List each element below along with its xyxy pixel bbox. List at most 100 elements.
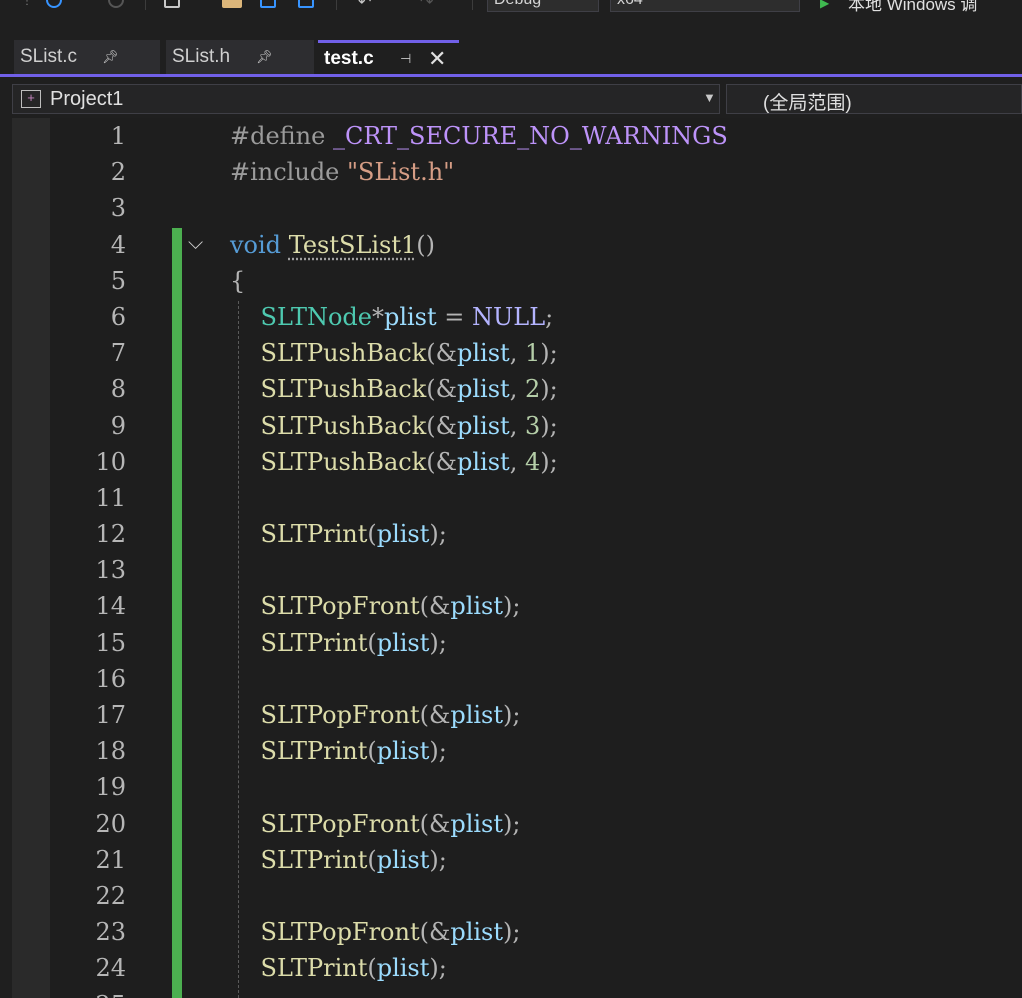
code-line[interactable]: 8 SLTPushBack(&plist, 2); <box>12 371 1022 407</box>
code-line[interactable]: 15 SLTPrint(plist); <box>12 625 1022 661</box>
tab-label: test.c <box>324 48 374 69</box>
line-number: 6 <box>110 302 126 331</box>
code-line[interactable]: 10 SLTPushBack(&plist, 4); <box>12 444 1022 480</box>
tab-slist-h[interactable]: SList.h 📌︎ <box>166 40 314 74</box>
code-text: SLTPopFront(&plist); <box>230 697 521 733</box>
code-token: ( <box>367 845 377 874</box>
line-number: 25 <box>50 987 126 998</box>
code-text: SLTPushBack(&plist, 1); <box>230 335 558 371</box>
pin-icon[interactable]: 📌︎ <box>256 40 273 74</box>
code-line[interactable]: 5{ <box>12 263 1022 299</box>
code-token: ); <box>503 809 521 838</box>
code-line[interactable]: 24 SLTPrint(plist); <box>12 950 1022 986</box>
code-editor[interactable]: ⌵ 1 #define _CRT_SECURE_NO_WARNINGS 2 #incl… <box>12 118 1022 998</box>
code-token: ( <box>367 954 377 983</box>
code-line[interactable]: 19 <box>12 769 1022 805</box>
open-folder-icon[interactable] <box>222 0 242 8</box>
code-line[interactable]: 1 #define _CRT_SECURE_NO_WARNINGS <box>12 118 1022 154</box>
code-token: plist <box>457 447 510 476</box>
code-token: SLTPushBack <box>260 411 427 440</box>
tab-slist-c[interactable]: SList.c 📌︎ <box>14 40 160 74</box>
project-icon: + <box>21 90 41 108</box>
line-number: 4 <box>110 230 126 259</box>
solution-configuration-select[interactable]: Debug <box>487 0 599 12</box>
code-token: plist <box>450 918 504 947</box>
tab-label: SList.c <box>20 46 78 67</box>
code-token: ); <box>540 375 558 404</box>
code-line[interactable]: 9 SLTPushBack(&plist, 3); <box>12 408 1022 444</box>
pin-icon[interactable]: ⊣ <box>400 43 411 74</box>
code-line[interactable]: 21 SLTPrint(plist); <box>12 842 1022 878</box>
code-text: SLTPushBack(&plist, 2); <box>230 371 558 407</box>
code-token: SLTPrint <box>260 954 368 983</box>
code-token: , <box>509 447 525 476</box>
code-line[interactable]: 13 <box>12 552 1022 588</box>
code-text: SLTPrint(plist); <box>230 842 447 878</box>
code-token: SLTPushBack <box>260 375 427 404</box>
forward-navigation-icon[interactable] <box>108 0 124 8</box>
code-line[interactable]: 3 <box>12 190 1022 226</box>
new-item-icon[interactable] <box>164 0 180 8</box>
code-line[interactable]: 2 #include "SList.h" <box>12 154 1022 190</box>
code-line[interactable]: 18 SLTPrint(plist); <box>12 733 1022 769</box>
close-icon[interactable]: ✕ <box>428 43 446 74</box>
save-icon[interactable] <box>260 0 276 8</box>
code-line[interactable]: 23 SLTPopFront(&plist); <box>12 914 1022 950</box>
code-token: SLTPrint <box>260 520 368 549</box>
undo-icon[interactable]: ↶ <box>358 0 371 12</box>
line-number: 9 <box>110 411 126 440</box>
run-debugger-button[interactable]: 本地 Windows 调 <box>848 0 977 14</box>
code-token: SLTPushBack <box>260 339 427 368</box>
code-line[interactable]: 25 <box>12 987 1022 998</box>
code-line[interactable]: 4 void TestSList1() <box>12 227 1022 263</box>
code-token: ); <box>429 628 447 657</box>
code-token: = <box>436 302 473 331</box>
save-all-icon[interactable] <box>298 0 314 8</box>
code-token: ); <box>503 701 521 729</box>
code-line[interactable]: 22 <box>12 878 1022 914</box>
line-number: 7 <box>110 339 126 368</box>
code-token: SLTPushBack <box>260 447 427 476</box>
code-token: plist <box>376 954 430 983</box>
toolbar-separator <box>472 0 473 10</box>
toolbar-grip-icon[interactable]: ⋮ <box>22 0 32 7</box>
code-token: , <box>509 411 525 440</box>
code-token: SLTPrint <box>260 845 368 874</box>
code-line[interactable]: 6 SLTNode*plist = NULL; <box>12 299 1022 335</box>
play-icon[interactable]: ▶ <box>820 0 829 10</box>
code-token: ); <box>429 520 447 549</box>
code-token: (& <box>426 375 457 404</box>
pin-icon[interactable]: 📌︎ <box>102 40 119 74</box>
code-text: SLTPrint(plist); <box>230 625 447 661</box>
project-label: Project1 <box>50 88 124 110</box>
code-line[interactable]: 12 SLTPrint(plist); <box>12 516 1022 552</box>
code-line[interactable]: 16 <box>12 661 1022 697</box>
code-line[interactable]: 14 SLTPopFront(&plist); <box>12 588 1022 624</box>
code-line[interactable]: 11 <box>12 480 1022 516</box>
code-token: (& <box>419 918 451 947</box>
tab-label: SList.h <box>172 46 231 67</box>
code-token: plist <box>376 845 430 874</box>
toolbar-separator <box>336 0 337 10</box>
code-token: plist <box>450 701 504 729</box>
line-number: 5 <box>110 266 126 295</box>
back-navigation-icon[interactable] <box>46 0 62 8</box>
code-line[interactable]: 20 SLTPopFront(&plist); <box>12 806 1022 842</box>
tab-test-c[interactable]: test.c ⊣ ✕ <box>318 40 459 74</box>
solution-platform-select[interactable]: x64 <box>610 0 800 12</box>
chevron-down-icon[interactable]: ▼ <box>703 90 716 105</box>
code-text: void TestSList1() <box>230 227 435 263</box>
code-text: { <box>230 263 245 299</box>
code-token: _CRT_SECURE_NO_WARNINGS <box>332 122 728 150</box>
line-number: 16 <box>95 664 126 693</box>
scope-dropdown[interactable]: (全局范围) <box>726 84 1022 114</box>
project-dropdown[interactable]: + Project1 ▼ <box>12 84 720 114</box>
code-token: { <box>230 266 246 295</box>
redo-icon[interactable]: ↷ <box>420 0 433 12</box>
code-line[interactable]: 17 SLTPopFront(&plist); <box>12 697 1022 733</box>
code-token: 3 <box>524 411 541 440</box>
code-line[interactable]: 7 SLTPushBack(&plist, 1); <box>12 335 1022 371</box>
code-text: SLTPushBack(&plist, 4); <box>230 444 558 480</box>
code-text: SLTPrint(plist); <box>230 516 447 552</box>
